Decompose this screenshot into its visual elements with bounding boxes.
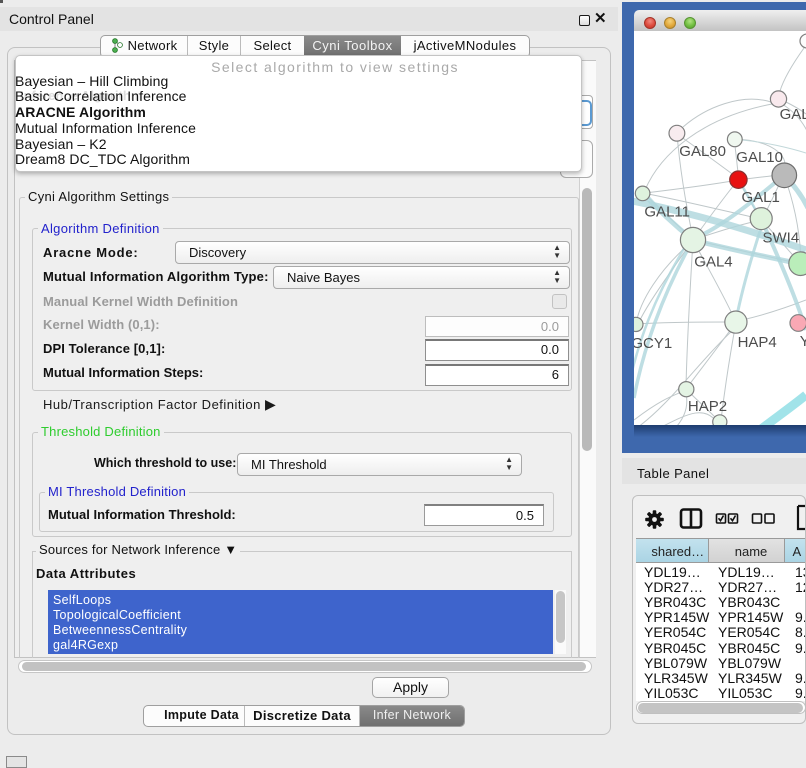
svg-text:GAL80: GAL80 — [679, 143, 726, 160]
svg-text:GCY1: GCY1 — [634, 335, 672, 352]
svg-text:YB: YB — [800, 333, 806, 350]
svg-text:SWI4: SWI4 — [763, 230, 800, 247]
svg-text:GAL1: GAL1 — [742, 189, 780, 206]
svg-text:GAL8: GAL8 — [780, 106, 806, 123]
svg-text:HAP2: HAP2 — [688, 398, 727, 415]
svg-text:GAL4: GAL4 — [694, 253, 732, 270]
svg-text:HAP4: HAP4 — [738, 334, 777, 351]
svg-text:GAL10: GAL10 — [736, 149, 783, 166]
svg-text:GAL11: GAL11 — [644, 204, 690, 221]
